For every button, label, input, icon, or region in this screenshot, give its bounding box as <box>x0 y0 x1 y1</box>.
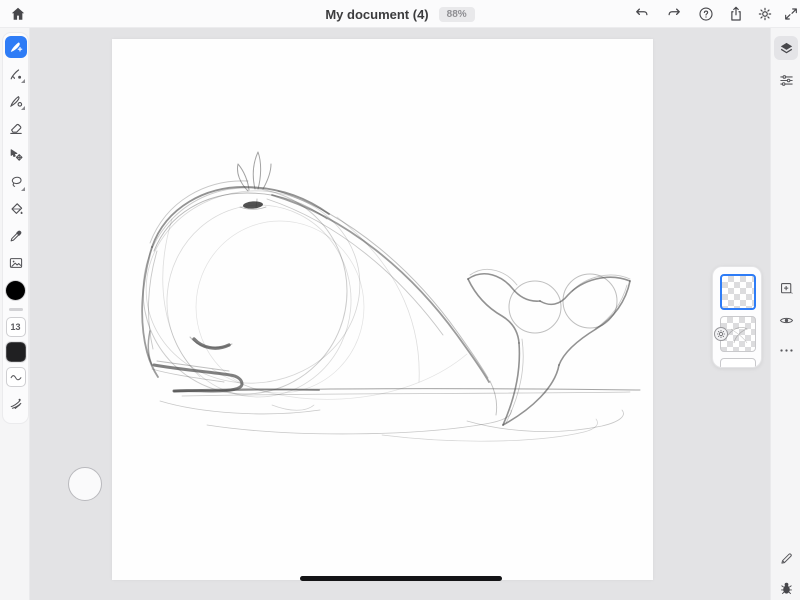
tool-live-brush[interactable] <box>5 63 27 85</box>
redo-button[interactable] <box>662 2 686 26</box>
panel-drag-handle[interactable] <box>9 308 23 311</box>
brush-settings-button[interactable] <box>5 392 27 414</box>
layer-status-icon <box>714 327 728 341</box>
eyedropper-icon <box>8 228 24 244</box>
tool-fill[interactable] <box>5 198 27 220</box>
settings-button[interactable] <box>753 2 777 26</box>
more-options-icon <box>778 342 795 359</box>
color-well[interactable] <box>6 281 25 300</box>
layer-thumbnail-2[interactable] <box>720 316 756 352</box>
help-icon <box>697 5 715 23</box>
eraser-icon <box>8 120 24 136</box>
layers-panel <box>712 266 762 368</box>
zoom-level-badge[interactable]: 88% <box>439 7 475 22</box>
secondary-swatch[interactable] <box>6 342 26 362</box>
canvas-area <box>30 28 770 600</box>
adjustments-tab[interactable] <box>774 68 798 92</box>
tool-eyedropper[interactable] <box>5 225 27 247</box>
layers-icon <box>778 40 795 57</box>
stylus-button[interactable] <box>774 546 798 570</box>
tool-place-image[interactable] <box>5 252 27 274</box>
layer-visibility-icon <box>778 312 795 329</box>
tool-vector-brush[interactable] <box>5 90 27 112</box>
brush-settings-icon <box>8 395 24 411</box>
tool-panel: 13 <box>2 32 29 424</box>
place-image-icon <box>8 255 24 271</box>
bug-icon <box>778 580 795 597</box>
share-button[interactable] <box>724 2 748 26</box>
layer-thumbnail-background[interactable] <box>720 358 756 368</box>
help-button[interactable] <box>694 2 718 26</box>
tool-eraser[interactable] <box>5 117 27 139</box>
bug-report-button[interactable] <box>774 576 798 600</box>
whale-sketch <box>112 39 653 580</box>
share-icon <box>727 5 745 23</box>
touch-shortcut-button[interactable] <box>68 467 102 501</box>
settings-gear-icon <box>756 5 774 23</box>
fill-icon <box>8 201 24 217</box>
suboptions-indicator <box>21 187 25 191</box>
brush-size-value: 13 <box>10 322 20 332</box>
pixel-brush-icon <box>8 39 24 55</box>
adjustments-icon <box>778 72 795 89</box>
fullscreen-icon <box>783 6 799 22</box>
layer-thumbnail-1[interactable] <box>720 274 756 310</box>
redo-icon <box>665 5 683 23</box>
right-sidebar <box>770 28 800 600</box>
document-canvas[interactable] <box>112 39 653 580</box>
stylus-icon <box>778 550 795 567</box>
undo-icon <box>633 5 651 23</box>
layer-visibility-button[interactable] <box>774 308 798 332</box>
layer-more-options-button[interactable] <box>774 338 798 362</box>
add-layer-button[interactable] <box>774 276 798 300</box>
home-indicator-bar[interactable] <box>300 576 502 581</box>
tool-pixel-brush[interactable] <box>5 36 27 58</box>
suboptions-indicator <box>21 79 25 83</box>
smoothing-control[interactable] <box>6 367 26 387</box>
tool-move[interactable] <box>5 144 27 166</box>
move-icon <box>8 147 24 163</box>
fullscreen-button[interactable] <box>779 2 800 26</box>
suboptions-indicator <box>21 106 25 110</box>
smoothing-wave-icon <box>9 370 23 384</box>
layers-tab[interactable] <box>774 36 798 60</box>
top-bar: My document (4) 88% <box>0 0 800 28</box>
document-title[interactable]: My document (4) <box>325 7 428 22</box>
tool-lasso[interactable] <box>5 171 27 193</box>
undo-button[interactable] <box>630 2 654 26</box>
brush-size-control[interactable]: 13 <box>6 317 26 337</box>
add-layer-icon <box>778 280 795 297</box>
